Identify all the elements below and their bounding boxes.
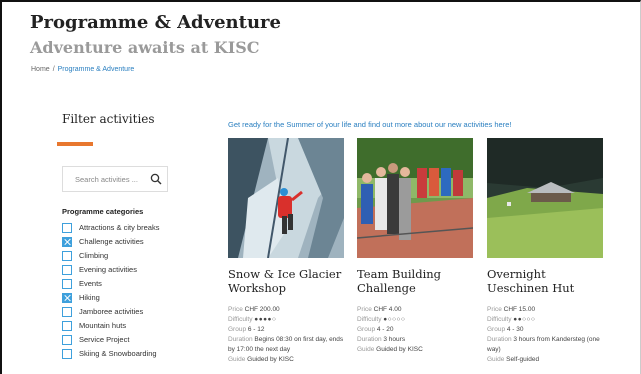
search-icon[interactable] (145, 169, 167, 189)
activity-details: Price CHF 4.00 Difficulty ●○○○○ Group 4 … (357, 305, 473, 355)
group-value: 4 - 20 (376, 326, 394, 333)
category-checkbox[interactable] (62, 223, 72, 233)
category-label: Mountain huts (79, 321, 127, 330)
guide-label: Guide (487, 356, 505, 363)
breadcrumb: Home / Programme & Adventure (31, 66, 134, 73)
activity-name[interactable]: Team Building Challenge (357, 267, 473, 297)
price-label: Price (357, 306, 372, 313)
activity-card[interactable]: Snow & Ice Glacier Workshop Price CHF 20… (228, 138, 344, 365)
difficulty-label: Difficulty (487, 316, 512, 323)
group-value: 6 - 12 (247, 326, 265, 333)
category-label: Attractions & city breaks (79, 223, 160, 232)
category-item-climbing[interactable]: Climbing (62, 251, 172, 261)
search-placeholder: Search activities ... (75, 174, 138, 184)
category-label: Evening activities (79, 265, 137, 274)
activity-card[interactable]: Team Building Challenge Price CHF 4.00 D… (357, 138, 473, 355)
category-label: Challenge activities (79, 237, 144, 246)
category-item-service[interactable]: Service Project (62, 335, 172, 345)
category-checkbox[interactable] (62, 349, 72, 359)
activity-name[interactable]: Overnight Ueschinen Hut (487, 267, 603, 297)
group-value: 4 - 30 (506, 326, 524, 333)
category-list: Attractions & city breaks Challenge acti… (62, 223, 172, 363)
price-value: CHF 15.00 (503, 306, 536, 313)
guide-value: Guided by KISC (247, 356, 294, 363)
breadcrumb-home-link[interactable]: Home (31, 66, 50, 73)
guide-value: Guided by KISC (376, 346, 423, 353)
difficulty-label: Difficulty (228, 316, 253, 323)
category-item-attractions[interactable]: Attractions & city breaks (62, 223, 172, 233)
category-item-challenge[interactable]: Challenge activities (62, 237, 172, 247)
category-item-hiking[interactable]: Hiking (62, 293, 172, 303)
duration-label: Duration (357, 336, 382, 343)
page-subtitle: Adventure awaits at KISC (30, 38, 260, 57)
activity-name[interactable]: Snow & Ice Glacier Workshop (228, 267, 344, 297)
duration-label: Duration (228, 336, 253, 343)
search-input[interactable]: Search activities ... (62, 166, 168, 192)
price-value: CHF 4.00 (373, 306, 402, 313)
category-label: Jamboree activities (79, 307, 144, 316)
breadcrumb-separator: / (52, 66, 55, 73)
page-frame: Programme & Adventure Adventure awaits a… (0, 0, 641, 374)
price-label: Price (487, 306, 502, 313)
breadcrumb-current[interactable]: Programme & Adventure (58, 66, 135, 73)
category-item-events[interactable]: Events (62, 279, 172, 289)
category-checkbox-checked[interactable] (62, 293, 72, 303)
activity-image-glacier[interactable] (228, 138, 344, 258)
filter-accent-bar (57, 142, 93, 146)
category-checkbox[interactable] (62, 251, 72, 261)
price-label: Price (228, 306, 243, 313)
filter-title: Filter activities (62, 112, 155, 126)
difficulty-rating: ●●○○○ (513, 316, 536, 323)
activity-image-team[interactable] (357, 138, 473, 258)
difficulty-rating: ●●●●○ (254, 316, 277, 323)
category-label: Hiking (79, 293, 100, 302)
difficulty-rating: ●○○○○ (383, 316, 406, 323)
category-item-evening[interactable]: Evening activities (62, 265, 172, 275)
categories-heading: Programme categories (62, 207, 144, 216)
activity-details: Price CHF 200.00 Difficulty ●●●●○ Group … (228, 305, 344, 365)
group-label: Group (228, 326, 247, 333)
category-checkbox[interactable] (62, 279, 72, 289)
activity-image-hut[interactable] (487, 138, 603, 258)
category-checkbox[interactable] (62, 335, 72, 345)
category-checkbox[interactable] (62, 265, 72, 275)
category-checkbox[interactable] (62, 307, 72, 317)
category-item-skiing[interactable]: Skiing & Snowboarding (62, 349, 172, 359)
intro-link[interactable]: Get ready for the Summer of your life an… (228, 120, 511, 129)
category-label: Climbing (79, 251, 109, 260)
category-checkbox[interactable] (62, 321, 72, 331)
group-label: Group (357, 326, 376, 333)
category-label: Events (79, 279, 102, 288)
group-label: Group (487, 326, 506, 333)
category-label: Service Project (79, 335, 130, 344)
page-title: Programme & Adventure (30, 12, 281, 33)
activity-card[interactable]: Overnight Ueschinen Hut Price CHF 15.00 … (487, 138, 603, 365)
difficulty-label: Difficulty (357, 316, 382, 323)
activity-details: Price CHF 15.00 Difficulty ●●○○○ Group 4… (487, 305, 603, 365)
category-checkbox-checked[interactable] (62, 237, 72, 247)
duration-value: 3 hours (383, 336, 406, 343)
guide-label: Guide (357, 346, 375, 353)
category-item-jamboree[interactable]: Jamboree activities (62, 307, 172, 317)
category-item-mountain-huts[interactable]: Mountain huts (62, 321, 172, 331)
guide-label: Guide (228, 356, 246, 363)
duration-label: Duration (487, 336, 512, 343)
category-label: Skiing & Snowboarding (79, 349, 157, 358)
guide-value: Self-guided (506, 356, 540, 363)
price-value: CHF 200.00 (244, 306, 280, 313)
